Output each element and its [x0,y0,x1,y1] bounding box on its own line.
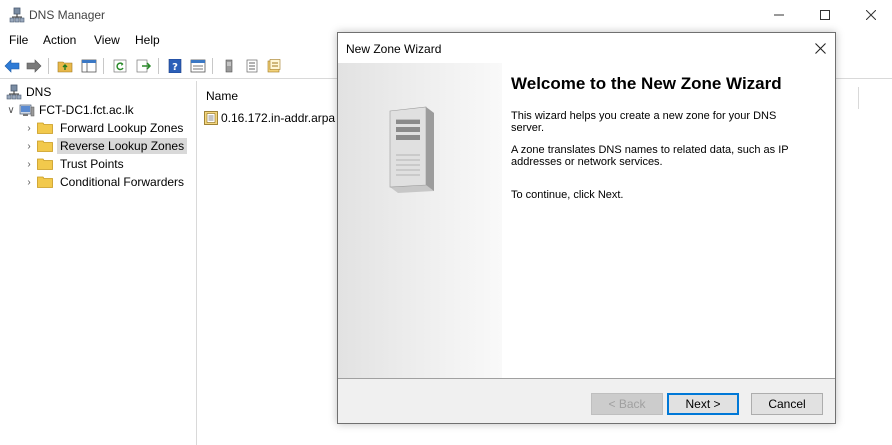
toolbar-separator [103,58,104,74]
window-title: DNS Manager [29,8,106,22]
dialog-title: New Zone Wizard [346,42,442,56]
close-window-button[interactable] [848,0,892,30]
dns-manager-icon [9,7,25,23]
up-one-level-button[interactable] [55,56,75,76]
close-icon [814,42,826,54]
column-separator[interactable] [858,87,859,109]
next-button[interactable]: Next > [667,393,739,415]
server-tower-icon [389,106,434,193]
list-icon [246,59,258,73]
help-icon: ? [168,59,182,73]
tree-item-reverse-lookup-zones[interactable]: › Reverse Lookup Zones [24,137,188,155]
toolbar-separator [212,58,213,74]
help-button[interactable]: ? [165,56,185,76]
tree-root-label: DNS [26,85,52,99]
menu-file[interactable]: File [9,33,28,47]
arrow-right-icon [26,59,42,73]
properties-button[interactable] [188,56,208,76]
wizard-intro-text: This wizard helps you create a new zone … [511,110,777,134]
export-icon [136,59,152,73]
wizard-heading: Welcome to the New Zone Wizard [511,74,782,93]
refresh-icon [113,59,127,73]
list-item[interactable]: 0.16.172.in-addr.arpa [204,110,335,126]
list-button[interactable] [242,56,262,76]
folder-icon [37,122,53,134]
arrow-left-icon [4,59,20,73]
refresh-button[interactable] [110,56,130,76]
tree-item-forward-lookup-zones[interactable]: › Forward Lookup Zones [24,119,186,137]
close-icon [866,10,876,20]
tree-server-label: FCT-DC1.fct.ac.lk [39,103,134,117]
dialog-footer: < Back Next > Cancel [338,379,835,423]
dns-icon [6,84,22,100]
chevron-down-icon[interactable]: ∨ [6,105,16,116]
cancel-button[interactable]: Cancel [751,393,823,415]
back-button[interactable] [2,56,22,76]
wizard-side-panel [338,63,502,378]
menu-help[interactable]: Help [135,33,160,47]
tree-server-node[interactable]: ∨ FCT-DC1.fct.ac.lk [6,101,134,119]
properties-icon [190,59,206,73]
toolbar-separator [158,58,159,74]
chevron-right-icon[interactable]: › [24,123,34,134]
folder-icon [37,140,53,152]
back-button[interactable]: < Back [591,393,663,415]
tree-item-label: Forward Lookup Zones [60,121,184,135]
server-node-icon [19,104,35,117]
tree-item-label: Trust Points [60,157,124,171]
dialog-close-button[interactable] [809,37,831,59]
tree-item-conditional-forwarders[interactable]: › Conditional Forwarders [24,173,187,191]
server-icon [225,59,233,73]
tree-item-trust-points[interactable]: › Trust Points [24,155,127,173]
minimize-button[interactable] [756,0,802,30]
chevron-right-icon[interactable]: › [24,141,34,152]
toolbar-separator [48,58,49,74]
menu-view[interactable]: View [94,33,120,47]
wizard-zone-description: A zone translates DNS names to related d… [511,144,789,168]
wizard-content: Welcome to the New Zone Wizard This wiza… [511,75,811,211]
chevron-right-icon[interactable]: › [24,159,34,170]
folder-icon [37,158,53,170]
wizard-continue-text: To continue, click Next. [511,189,624,201]
maximize-icon [820,10,830,20]
export-list-button[interactable] [134,56,154,76]
new-zone-wizard-dialog: New Zone Wizard Welcome to the New Zone … [337,32,836,424]
show-hide-console-tree-button[interactable] [79,56,99,76]
console-tree-icon [81,59,97,73]
minimize-icon [774,14,784,16]
console-tree: DNS ∨ FCT-DC1.fct.ac.lk › Forward Lookup… [0,81,197,445]
zone-file-icon [204,111,218,125]
dialog-body: Welcome to the New Zone Wizard This wiza… [338,63,835,378]
folder-up-icon [57,61,73,73]
folder-icon [37,176,53,188]
new-zone-button[interactable] [264,56,284,76]
menu-action[interactable]: Action [43,33,76,47]
chevron-right-icon[interactable]: › [24,177,34,188]
zone-file-icon [267,59,281,73]
list-item-label: 0.16.172.in-addr.arpa [221,111,336,125]
maximize-button[interactable] [802,0,848,30]
dialog-titlebar: New Zone Wizard [338,33,835,63]
tree-item-label: Reverse Lookup Zones [57,138,188,154]
tree-root-dns[interactable]: DNS [6,83,51,101]
server-button[interactable] [219,56,239,76]
forward-button[interactable] [24,56,44,76]
svg-text:?: ? [172,62,178,73]
window-titlebar: DNS Manager [0,0,892,30]
column-header-name[interactable]: Name [206,89,238,103]
tree-item-label: Conditional Forwarders [60,175,185,189]
